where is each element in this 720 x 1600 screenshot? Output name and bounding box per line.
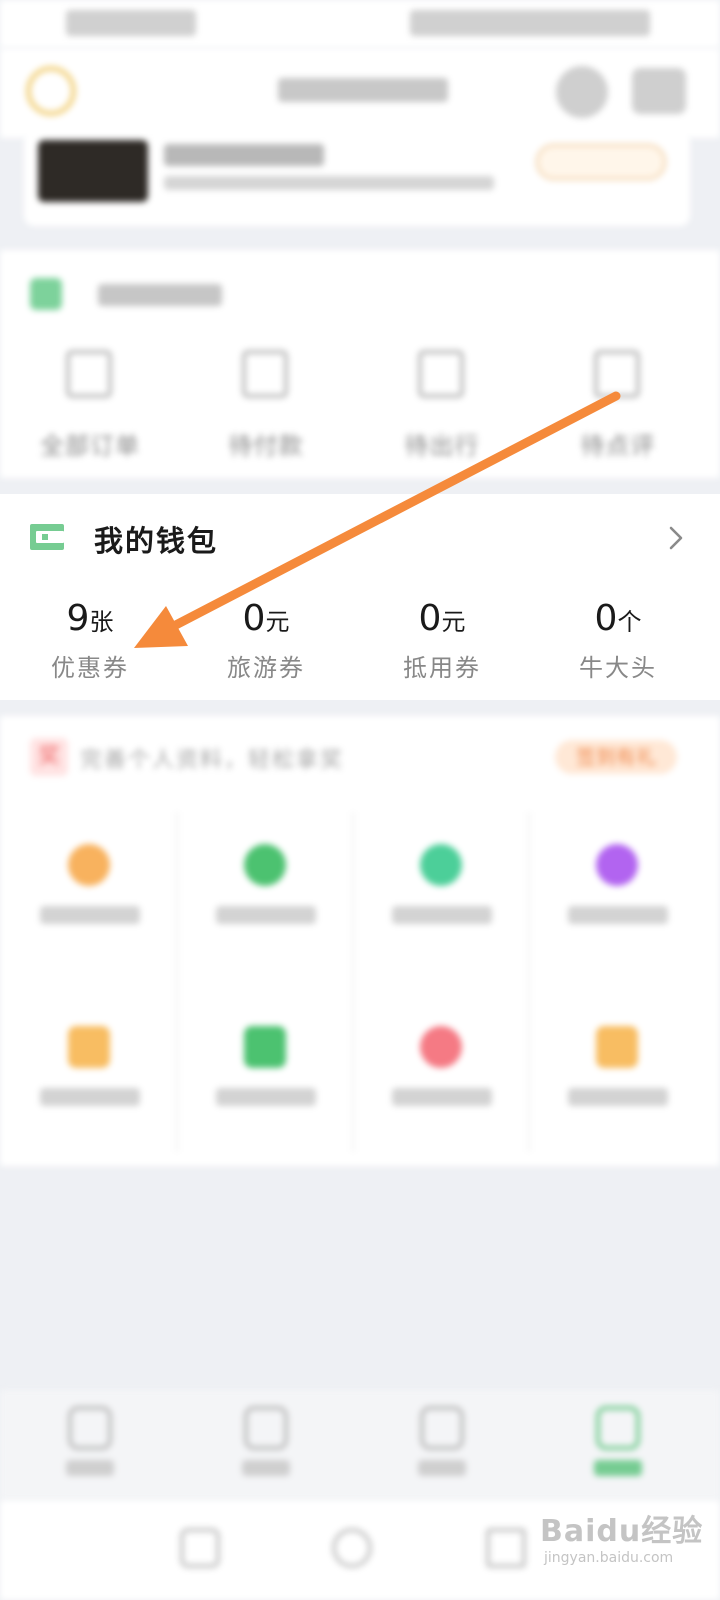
tool-label	[216, 906, 316, 924]
tool-label	[568, 906, 668, 924]
wallet-stat-value: 0	[418, 598, 442, 639]
wallet-section[interactable]: 我的钱包 9张 优惠券 0元 旅游券 0元 抵用券 0个 牛大头	[0, 494, 720, 700]
back-icon[interactable]	[486, 1528, 526, 1568]
suitcase-icon	[418, 350, 464, 398]
home-icon	[68, 1406, 112, 1450]
tool-label	[40, 906, 140, 924]
tab-label	[242, 1460, 290, 1476]
recent-apps-icon[interactable]	[180, 1528, 220, 1568]
community-icon	[244, 1406, 288, 1450]
tool-icon	[596, 844, 638, 886]
tab-trip[interactable]	[352, 1406, 532, 1496]
member-card-subtitle	[164, 176, 494, 190]
tool-item[interactable]	[352, 1026, 532, 1176]
tool-icon	[420, 1026, 462, 1068]
member-card[interactable]	[24, 130, 690, 226]
orders-title	[98, 284, 222, 306]
wallet-stat-label: 抵用券	[403, 654, 481, 682]
tab-community[interactable]	[176, 1406, 356, 1496]
signin-button[interactable]: 签到有礼	[555, 740, 677, 774]
tool-item[interactable]	[528, 1026, 708, 1176]
tab-label	[418, 1460, 466, 1476]
chevron-right-icon[interactable]	[662, 524, 690, 552]
tool-icon	[596, 1026, 638, 1068]
wallet-stat-unit: 元	[441, 608, 466, 636]
tool-label	[392, 1088, 492, 1106]
wallet-cash-vouchers[interactable]: 0元 抵用券	[352, 598, 532, 688]
tab-label	[594, 1460, 642, 1476]
user-icon	[596, 1406, 640, 1450]
member-card-image	[38, 140, 148, 202]
customer-service-icon[interactable]	[556, 66, 608, 118]
order-tab-label: 待出行	[404, 432, 480, 460]
wallet-travel-vouchers[interactable]: 0元 旅游券	[176, 598, 356, 688]
member-card-title	[164, 144, 324, 166]
tool-icon	[244, 1026, 286, 1068]
status-bar	[0, 0, 720, 48]
wallet-stat-value: 9	[66, 598, 90, 639]
avatar[interactable]	[26, 66, 76, 116]
tool-label	[568, 1088, 668, 1106]
wallet-title: 我的钱包	[94, 524, 219, 558]
status-time	[66, 10, 196, 36]
watermark-brand: Baidu经验	[540, 1514, 704, 1549]
wallet-stat-value: 0	[242, 598, 266, 639]
order-tab-label: 待付款	[228, 432, 304, 460]
wallet-coupons[interactable]: 9张 优惠券	[0, 598, 180, 688]
tool-item[interactable]	[176, 1026, 356, 1176]
tool-item[interactable]	[0, 844, 180, 994]
order-tab-pending-trip[interactable]: 待出行	[352, 350, 532, 460]
wallet-stat-label: 旅游券	[227, 654, 305, 682]
header-title	[278, 78, 448, 102]
wallet-stat-unit: 元	[265, 608, 290, 636]
star-icon	[68, 844, 110, 886]
reward-badge: 奖	[30, 738, 68, 776]
order-tab-label: 全部订单	[40, 432, 140, 460]
wallet-stat-label: 优惠券	[51, 654, 129, 682]
order-list-icon	[66, 350, 112, 398]
order-tab-all[interactable]: 全部订单	[0, 350, 180, 460]
wallet-niudatou[interactable]: 0个 牛大头	[528, 598, 708, 688]
wallet-stat-unit: 张	[89, 608, 114, 636]
watermark-url: jingyan.baidu.com	[544, 1550, 674, 1566]
order-tab-pending-payment[interactable]: 待付款	[176, 350, 356, 460]
wallet-stat-label: 牛大头	[579, 654, 657, 682]
comment-icon	[594, 350, 640, 398]
message-icon[interactable]	[632, 68, 686, 114]
profile-header	[0, 48, 720, 138]
perks-section: 奖 完善个人资料，轻松拿奖 签到有礼	[0, 716, 720, 1166]
wallet-icon	[30, 524, 64, 550]
tool-item[interactable]	[176, 844, 356, 994]
orders-icon	[30, 278, 62, 310]
tool-icon	[244, 844, 286, 886]
baidu-watermark: Baidu经验 jingyan.baidu.com	[540, 1490, 710, 1586]
trip-icon	[420, 1406, 464, 1450]
wallet-stat-value: 0	[594, 598, 618, 639]
tool-item[interactable]	[352, 844, 532, 994]
wallet-card-icon	[242, 350, 288, 398]
tab-mine[interactable]	[528, 1406, 708, 1496]
wallet-stat-unit: 个	[617, 608, 642, 636]
tool-label	[40, 1088, 140, 1106]
tool-label	[392, 906, 492, 924]
home-circle-icon[interactable]	[332, 1528, 372, 1568]
tool-item[interactable]	[0, 1026, 180, 1176]
status-system-icons	[410, 10, 650, 36]
orders-section: 全部订单 待付款 待出行 待点评	[0, 250, 720, 478]
tab-home[interactable]	[0, 1406, 180, 1496]
order-tab-label: 待点评	[580, 432, 656, 460]
tool-icon	[420, 844, 462, 886]
tool-label	[216, 1088, 316, 1106]
tool-item[interactable]	[528, 844, 708, 994]
order-tab-pending-review[interactable]: 待点评	[528, 350, 708, 460]
member-card-button[interactable]	[536, 144, 666, 180]
bottom-tab-bar	[0, 1390, 720, 1500]
tab-label	[66, 1460, 114, 1476]
profile-reward-tip[interactable]: 完善个人资料，轻松拿奖	[80, 742, 344, 774]
tool-icon	[68, 1026, 110, 1068]
